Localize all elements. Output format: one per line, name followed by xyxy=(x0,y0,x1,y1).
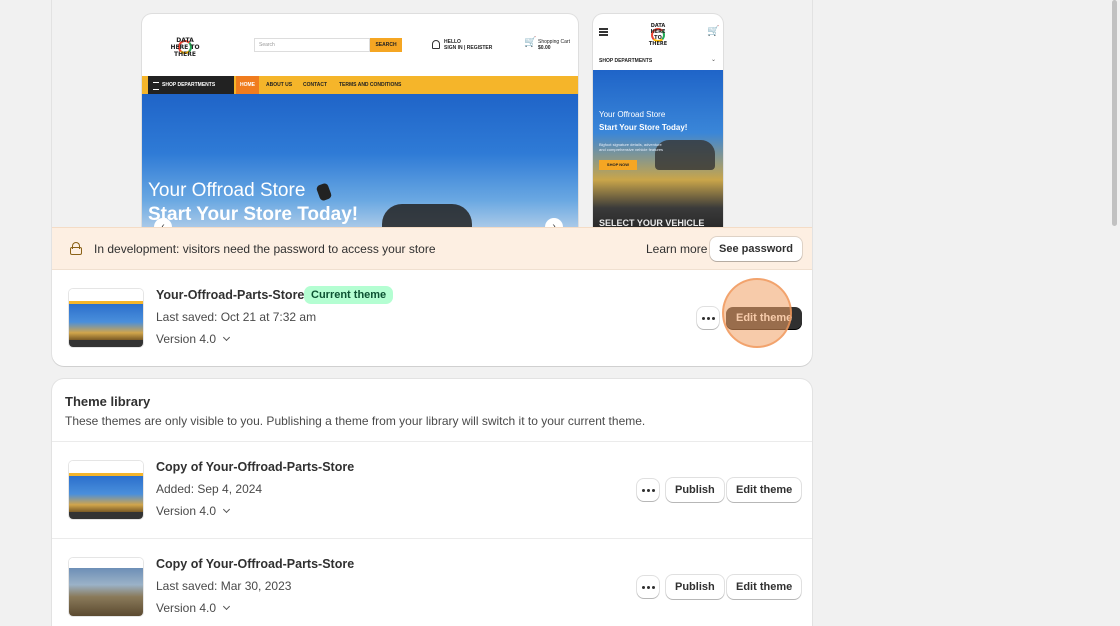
library-theme-saved: Added: Sep 4, 2024 xyxy=(156,482,263,496)
mobile-preview: DATA HERE TO THERE 🛒 SHOP DEPARTMENTS ⌄ … xyxy=(593,14,723,227)
edit-theme-button[interactable]: Edit theme xyxy=(727,575,802,599)
current-theme-edit-button[interactable]: Edit theme xyxy=(726,307,803,329)
preview-user-links: HELLO SIGN IN | REGISTER xyxy=(444,39,492,51)
preview-mobile-hero: Your Offroad Store Start Your Store Toda… xyxy=(593,70,723,227)
current-theme-more-actions-button[interactable] xyxy=(697,307,719,329)
preview-mobile-select-vehicle: SELECT YOUR VEHICLE xyxy=(599,218,705,227)
preview-nav-contact: CONTACT xyxy=(303,82,328,88)
preview-mobile-shop-departments: SHOP DEPARTMENTS xyxy=(599,58,653,64)
divider xyxy=(52,538,812,539)
current-theme-thumbnail xyxy=(69,289,143,347)
user-icon xyxy=(432,40,440,49)
preview-mobile-hero-line2: Start Your Store Today! xyxy=(599,123,688,132)
preview-nav-about: ABOUT US xyxy=(266,82,293,88)
preview-mobile-hero-desc: Bigfoot signature details, adventure and… xyxy=(599,142,664,152)
publish-button[interactable]: Publish xyxy=(666,478,724,502)
library-theme-thumbnail xyxy=(69,558,143,616)
preview-hero: Your Offroad Store Start Your Store Toda… xyxy=(142,94,578,227)
library-theme-more-actions-button[interactable] xyxy=(637,576,659,598)
preview-user-signin: SIGN IN | REGISTER xyxy=(444,45,493,51)
chevron-down-icon: ⌄ xyxy=(711,57,717,63)
preview-search-input: Search xyxy=(254,38,370,52)
library-theme-more-actions-button[interactable] xyxy=(637,479,659,501)
scrollbar-thumb[interactable] xyxy=(1112,0,1117,226)
development-banner: In development: visitors need the passwo… xyxy=(52,227,812,270)
library-theme-name: Copy of Your-Offroad-Parts-Store xyxy=(156,460,355,474)
theme-library-card: Theme library These themes are only visi… xyxy=(52,379,812,626)
theme-library-title: Theme library xyxy=(65,394,151,409)
store-logo-mobile: DATA HERE TO THERE xyxy=(648,23,668,47)
library-theme-version[interactable]: Version 4.0 xyxy=(156,601,231,615)
cart-icon: 🛒 xyxy=(524,37,537,48)
preview-mobile-hero-line1: Your Offroad Store xyxy=(599,110,666,119)
library-theme-thumbnail xyxy=(69,461,143,519)
preview-mobile-shop-now: SHOP NOW xyxy=(599,160,637,170)
version-label: Version 4.0 xyxy=(156,504,217,518)
library-theme-saved: Last saved: Mar 30, 2023 xyxy=(156,579,292,593)
publish-button[interactable]: Publish xyxy=(666,575,724,599)
page-scrollbar[interactable] xyxy=(1110,0,1120,626)
hamburger-menu-icon xyxy=(599,28,608,36)
theme-library-description: These themes are only visible to you. Pu… xyxy=(65,414,646,428)
library-theme-version[interactable]: Version 4.0 xyxy=(156,504,231,518)
version-label: Version 4.0 xyxy=(156,601,217,615)
edit-theme-button[interactable]: Edit theme xyxy=(727,478,802,502)
chevron-down-icon xyxy=(223,333,231,342)
divider xyxy=(52,441,812,442)
preview-nav-home: HOME xyxy=(236,76,259,94)
hero-rider-image xyxy=(315,182,333,202)
theme-preview[interactable]: DATA HERE TO THERE Search SEARCH HELLO S… xyxy=(52,0,812,227)
preview-nav-terms: TERMS AND CONDITIONS xyxy=(339,82,402,88)
see-password-button[interactable]: See password xyxy=(710,237,802,261)
hero-vehicle-image xyxy=(382,204,472,227)
chevron-down-icon xyxy=(223,505,231,514)
chevron-down-icon xyxy=(223,602,231,611)
store-logo: DATA HERE TO THERE xyxy=(170,36,200,58)
preview-search-button: SEARCH xyxy=(370,38,402,52)
current-theme-version[interactable]: Version 4.0 xyxy=(156,332,231,346)
current-theme-saved: Last saved: Oct 21 at 7:32 am xyxy=(156,310,317,324)
library-theme-name: Copy of Your-Offroad-Parts-Store xyxy=(156,557,355,571)
preview-cart-text: Shopping Cart $0.00 xyxy=(538,39,570,51)
current-theme-badge: Current theme xyxy=(304,286,394,304)
banner-message: In development: visitors need the passwo… xyxy=(94,242,436,256)
preview-hero-line2: Start Your Store Today! xyxy=(148,204,359,225)
preview-hero-line1: Your Offroad Store xyxy=(148,180,306,201)
preview-cart-total: $0.00 xyxy=(538,45,551,51)
preview-shop-departments: SHOP DEPARTMENTS xyxy=(148,76,234,94)
current-theme-card: DATA HERE TO THERE Search SEARCH HELLO S… xyxy=(52,0,812,366)
cart-icon-mobile: 🛒 xyxy=(707,26,720,37)
lock-icon xyxy=(70,242,82,255)
current-theme-name: Your-Offroad-Parts-Store xyxy=(156,288,305,302)
version-label: Version 4.0 xyxy=(156,332,217,346)
learn-more-link[interactable]: Learn more xyxy=(646,242,707,256)
desktop-preview: DATA HERE TO THERE Search SEARCH HELLO S… xyxy=(142,14,578,227)
